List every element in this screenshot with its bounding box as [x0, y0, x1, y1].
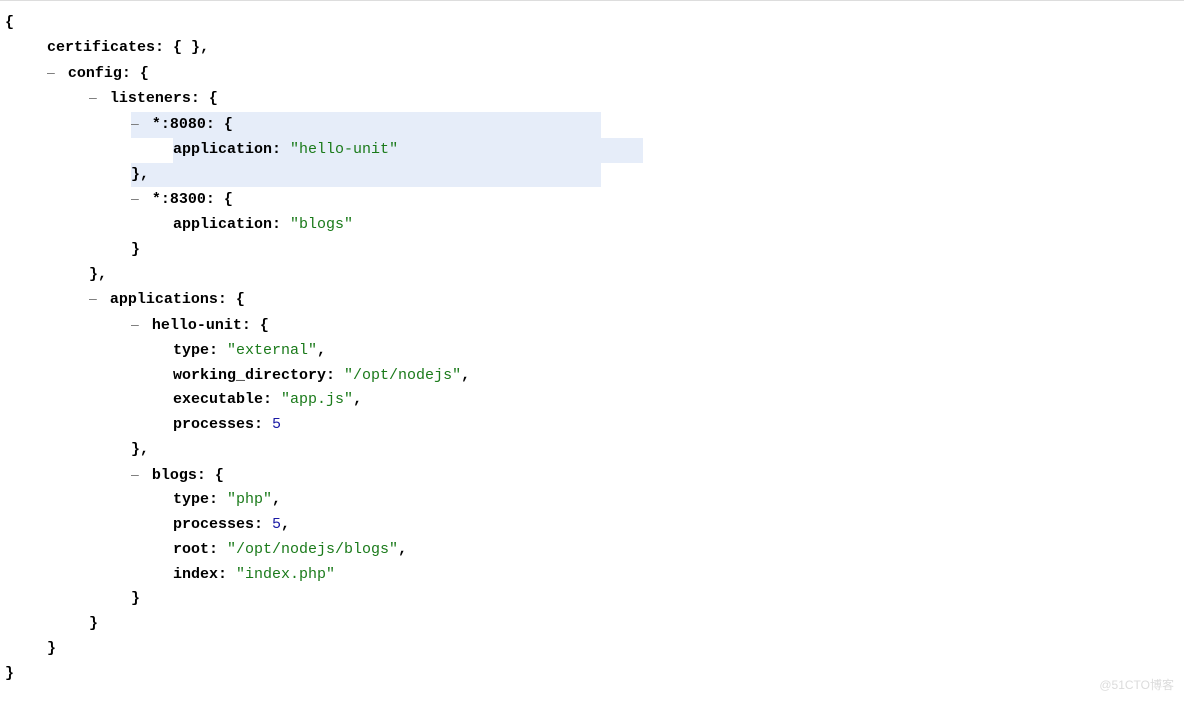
toggle-icon[interactable]: – [131, 115, 139, 131]
brace-close: } [131, 238, 1179, 263]
blogs-index: index: "index.php" [173, 563, 1179, 588]
brace-close: } [5, 662, 1179, 687]
brace-close: }, [89, 263, 1179, 288]
config-line[interactable]: – config: { [47, 61, 1179, 87]
hu-exec: executable: "app.js", [173, 388, 1179, 413]
blogs-line[interactable]: – blogs: { [131, 463, 1179, 489]
toggle-icon[interactable]: – [131, 190, 139, 206]
toggle-icon[interactable]: – [131, 466, 139, 482]
brace-open: { [5, 11, 1179, 36]
blogs-root: root: "/opt/nodejs/blogs", [173, 538, 1179, 563]
hu-type: type: "external", [173, 339, 1179, 364]
toggle-icon[interactable]: – [89, 290, 97, 306]
brace-close: } [47, 637, 1179, 662]
blogs-type: type: "php", [173, 488, 1179, 513]
port-8080-line[interactable]: – *:8080: { [131, 112, 1179, 138]
brace-close: } [89, 612, 1179, 637]
application-8080: application: "hello-unit" [173, 138, 1179, 163]
hello-unit-line[interactable]: – hello-unit: { [131, 313, 1179, 339]
application-8300: application: "blogs" [173, 213, 1179, 238]
hu-proc: processes: 5 [173, 413, 1179, 438]
port-8300-line[interactable]: – *:8300: { [131, 187, 1179, 213]
applications-line[interactable]: – applications: { [89, 287, 1179, 313]
toggle-icon[interactable]: – [89, 89, 97, 105]
brace-close: } [131, 587, 1179, 612]
toggle-icon[interactable]: – [47, 64, 55, 80]
blogs-proc: processes: 5, [173, 513, 1179, 538]
json-tree: { certificates: { }, – config: { – liste… [5, 11, 1179, 686]
watermark: @51CTO博客 [1099, 676, 1174, 696]
brace-close: }, [131, 438, 1179, 463]
brace-close: }, [131, 163, 1179, 188]
hu-wd: working_directory: "/opt/nodejs", [173, 364, 1179, 389]
toggle-icon[interactable]: – [131, 316, 139, 332]
certificates-line: certificates: { }, [47, 36, 1179, 61]
listeners-line[interactable]: – listeners: { [89, 86, 1179, 112]
